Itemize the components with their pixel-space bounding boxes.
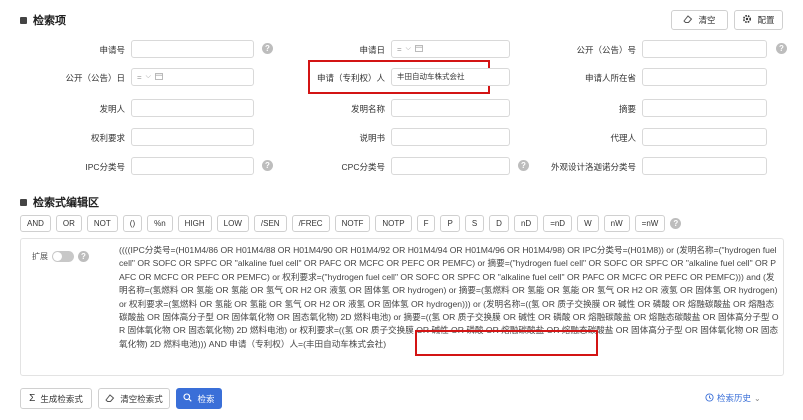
operator-toolbar: AND OR NOT () %n HIGH LOW /SEN /FREC NOT… [20, 215, 682, 232]
ipc-input[interactable] [131, 157, 254, 175]
applicant-input[interactable]: 丰田自动车株式会社 [391, 68, 510, 86]
agent-input[interactable] [642, 128, 767, 146]
query-highlight-box [415, 330, 598, 356]
design-class-input[interactable] [642, 157, 767, 175]
invention-name-input[interactable] [391, 99, 510, 117]
pub-date-operator[interactable]: = [137, 73, 142, 82]
query-editor-header: 检索式编辑区 [20, 194, 99, 210]
invention-name-label: 发明名称 [350, 104, 385, 114]
app-no-label: 申请号 [99, 45, 125, 55]
pub-no-input[interactable] [642, 40, 767, 58]
pub-no-help-icon[interactable]: ? [776, 43, 787, 54]
op-eq-nw-button[interactable]: =nW [634, 215, 666, 232]
op-notp-button[interactable]: NOTP [375, 215, 412, 232]
search-history-label: 检索历史 [717, 393, 752, 403]
section-marker-icon [20, 16, 27, 24]
pub-no-label: 公开（公告）号 [576, 45, 636, 55]
op-s-button[interactable]: S [464, 215, 485, 232]
op-f-button[interactable]: F [416, 215, 436, 232]
op-frec-button[interactable]: /FREC [291, 215, 330, 232]
op-d-button[interactable]: D [489, 215, 509, 232]
claims-input[interactable] [131, 128, 254, 146]
history-clock-icon [705, 392, 714, 404]
search-history-link[interactable]: 检索历史 ⌄ [705, 392, 761, 404]
applicant-province-label: 申请人所在省 [584, 73, 636, 83]
pub-date-label: 公开（公告）日 [65, 73, 125, 83]
op-paren-button[interactable]: () [122, 215, 143, 232]
op-percent-n-button[interactable]: %n [147, 215, 173, 232]
clear-query-label: 清空检索式 [120, 393, 163, 404]
search-label: 检索 [197, 393, 215, 404]
description-input[interactable] [391, 128, 510, 146]
gear-icon [742, 14, 752, 26]
generate-query-label: 生成检索式 [40, 393, 83, 404]
sigma-icon: Σ [29, 393, 36, 404]
applicant-label: 申请（专利权）人 [316, 73, 385, 83]
search-items-header: 检索项 [20, 12, 66, 28]
app-no-input[interactable] [131, 40, 254, 58]
abstract-label: 摘要 [618, 104, 636, 114]
op-w-button[interactable]: W [577, 215, 599, 232]
search-icon [183, 393, 193, 404]
expand-label: 扩展 [32, 252, 48, 261]
ipc-label: IPC分类号 [85, 162, 125, 172]
design-class-label: 外观设计洛迦诺分类号 [550, 162, 636, 172]
description-label: 说明书 [359, 133, 385, 143]
app-date-label: 申请日 [359, 45, 385, 55]
search-button[interactable]: 检索 [176, 388, 222, 409]
cpc-label: CPC分类号 [341, 162, 385, 172]
chevron-down-icon: ⌄ [754, 393, 761, 403]
clear-query-button[interactable]: 清空检索式 [98, 388, 170, 409]
operators-help-icon[interactable]: ? [670, 218, 682, 229]
config-label: 配置 [757, 15, 775, 25]
applicant-province-input[interactable] [642, 68, 767, 86]
expand-help-icon[interactable]: ? [78, 251, 89, 262]
search-items-title: 检索项 [33, 15, 66, 27]
op-high-button[interactable]: HIGH [177, 215, 212, 232]
op-or-button[interactable]: OR [55, 215, 82, 232]
query-editor-title: 检索式编辑区 [33, 197, 99, 209]
calendar-icon [415, 44, 423, 54]
pub-date-input[interactable]: = ⌵ [131, 68, 254, 86]
agent-label: 代理人 [610, 133, 636, 143]
op-low-button[interactable]: LOW [216, 215, 249, 232]
op-and-button[interactable]: AND [20, 215, 51, 232]
op-not-button[interactable]: NOT [86, 215, 118, 232]
inventor-input[interactable] [131, 99, 254, 117]
op-sen-button[interactable]: /SEN [253, 215, 287, 232]
ipc-help-icon[interactable]: ? [262, 160, 273, 171]
expand-control: 扩展 ? [32, 251, 89, 262]
applicant-value: 丰田自动车株式会社 [397, 72, 465, 81]
app-date-input[interactable]: = ⌵ [391, 40, 510, 58]
claims-label: 权利要求 [90, 133, 125, 143]
cpc-help-icon[interactable]: ? [518, 160, 529, 171]
abstract-input[interactable] [642, 99, 767, 117]
chevron-down-icon: ⌵ [145, 73, 151, 80]
op-eq-nd-button[interactable]: =nD [543, 215, 573, 232]
app-date-operator[interactable]: = [397, 45, 402, 54]
section-marker-icon [20, 198, 27, 206]
toggle-knob [53, 252, 62, 261]
op-nw-button[interactable]: nW [603, 215, 630, 232]
chevron-down-icon: ⌵ [405, 45, 411, 52]
calendar-icon [155, 72, 163, 82]
eraser-icon [105, 393, 115, 405]
config-button[interactable]: 配置 [734, 10, 783, 30]
query-applicant-clause: 申请（专利权）人=(丰田自动车株式会社) [229, 338, 387, 349]
inventor-label: 发明人 [99, 104, 125, 114]
op-notf-button[interactable]: NOTF [334, 215, 371, 232]
app-no-help-icon[interactable]: ? [262, 43, 273, 54]
generate-query-button[interactable]: Σ 生成检索式 [20, 388, 92, 409]
clear-label: 清空 [698, 15, 716, 25]
cpc-input[interactable] [391, 157, 510, 175]
eraser-icon [683, 14, 693, 26]
op-nd-button[interactable]: nD [513, 215, 539, 232]
clear-button[interactable]: 清空 [671, 10, 728, 30]
op-p-button[interactable]: P [440, 215, 460, 232]
expand-toggle[interactable] [52, 251, 74, 262]
